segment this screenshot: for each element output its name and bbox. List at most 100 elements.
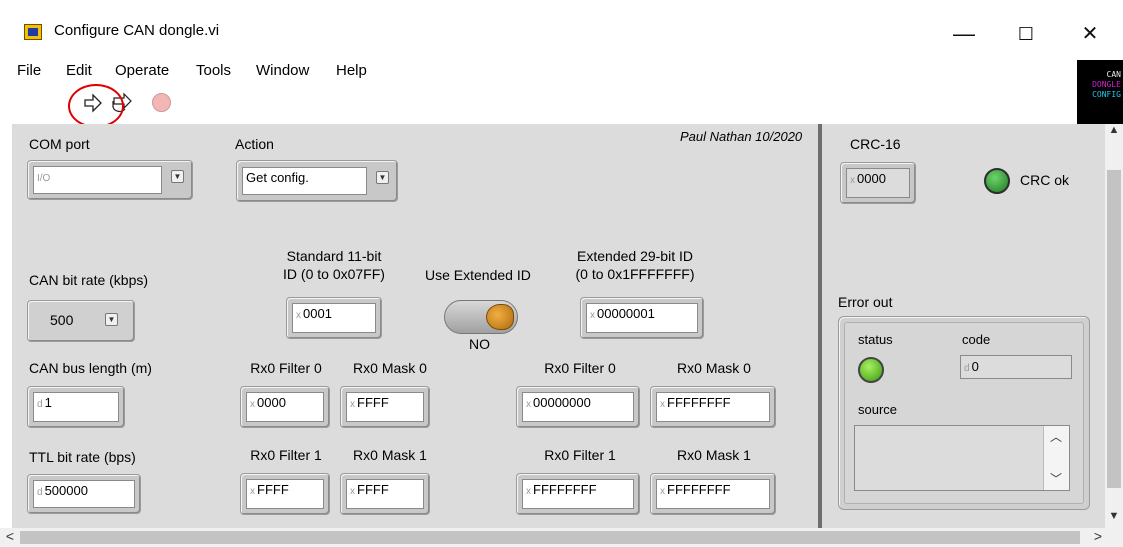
source-label: source <box>858 402 898 417</box>
scroll-down-icon[interactable]: ▼ <box>1107 510 1121 528</box>
horizontal-scroll-thumb[interactable] <box>20 531 1080 544</box>
com-port-label: COM port <box>29 136 90 152</box>
hex-radix-icon: x <box>350 486 355 497</box>
ext-id-value: 00000001 <box>597 306 655 321</box>
ext-mask1-input[interactable]: x FFFFFFFF <box>650 473 776 515</box>
ext-mask1-label: Rx0 Mask 1 <box>677 447 751 463</box>
menu-bar: File Edit Operate Tools Window Help <box>0 60 1075 84</box>
red-highlight-circle <box>68 84 124 128</box>
ext-mask1-value: FFFFFFFF <box>667 482 731 497</box>
ext-mask0-value: FFFFFFFF <box>667 395 731 410</box>
abort-execution-icon[interactable] <box>152 93 171 112</box>
hex-radix-icon: x <box>526 399 531 410</box>
crc-indicator: x 0000 <box>840 162 916 204</box>
dropdown-arrow-icon[interactable]: ▼ <box>376 171 389 184</box>
hex-radix-icon: x <box>660 486 665 497</box>
maximize-button[interactable]: ☐ <box>1004 12 1048 56</box>
hex-radix-icon: x <box>350 399 355 410</box>
code-value: 0 <box>971 359 979 374</box>
ext-id-input[interactable]: x 00000001 <box>580 297 704 339</box>
dec-radix-icon: d <box>964 363 970 374</box>
std-filter0-input[interactable]: x 0000 <box>240 386 330 428</box>
close-button[interactable]: ✕ <box>1068 12 1112 56</box>
std-mask0-value: FFFF <box>357 395 389 410</box>
ttl-rate-input[interactable]: d 500000 <box>27 474 141 514</box>
source-indicator <box>854 425 1070 491</box>
menu-edit[interactable]: Edit <box>66 62 92 79</box>
menu-file[interactable]: File <box>17 62 41 79</box>
std-filter0-value: 0000 <box>257 395 286 410</box>
toggle-knob-icon <box>486 304 514 330</box>
window-title: Configure CAN dongle.vi <box>54 22 220 39</box>
dec-radix-icon: d <box>37 487 43 498</box>
source-scrollbar[interactable]: ︿ ﹀ <box>1043 426 1069 490</box>
vi-logo-icon: CAN DONGLE CONFIG <box>1077 60 1123 124</box>
std-filter1-value: FFFF <box>257 482 289 497</box>
hex-radix-icon: x <box>250 486 255 497</box>
io-radix-icon: I/O <box>37 173 51 184</box>
scroll-left-icon[interactable]: < <box>2 528 18 547</box>
ext-filter0-label: Rx0 Filter 0 <box>544 360 616 376</box>
ext-filter1-label: Rx0 Filter 1 <box>544 447 616 463</box>
scroll-right-icon[interactable]: > <box>1090 528 1106 547</box>
crc-ok-label: CRC ok <box>1020 172 1070 188</box>
dropdown-arrow-icon[interactable]: ▼ <box>171 170 184 183</box>
action-select[interactable]: Get config. ▼ <box>236 160 398 202</box>
bus-length-input[interactable]: d1 <box>27 386 125 428</box>
error-out-label: Error out <box>838 294 893 310</box>
std-mask0-input[interactable]: x FFFF <box>340 386 430 428</box>
bitrate-value: 500 <box>50 312 74 328</box>
hex-radix-icon: x <box>850 175 855 186</box>
std-filter1-input[interactable]: x FFFF <box>240 473 330 515</box>
ext-filter0-input[interactable]: x 00000000 <box>516 386 640 428</box>
hex-radix-icon: x <box>660 399 665 410</box>
hex-radix-icon: x <box>250 399 255 410</box>
bitrate-ring[interactable]: 500 ▼ <box>27 300 135 342</box>
com-port-select[interactable]: I/O ▼ <box>27 160 193 200</box>
std-id-value: 0001 <box>303 306 332 321</box>
ext-mask0-input[interactable]: x FFFFFFFF <box>650 386 776 428</box>
use-ext-state: NO <box>469 336 490 352</box>
std-id-input[interactable]: x 0001 <box>286 297 382 339</box>
status-led-icon <box>858 357 884 383</box>
ttl-rate-label: TTL bit rate (bps) <box>29 449 136 465</box>
std-id-label-line2: ID (0 to 0x07FF) <box>283 266 385 282</box>
ext-id-label-line2: (0 to 0x1FFFFFFF) <box>575 266 695 282</box>
scroll-down-icon[interactable]: ﹀ <box>1044 470 1068 487</box>
hex-radix-icon: x <box>590 310 595 321</box>
menu-tools[interactable]: Tools <box>196 62 231 79</box>
bus-length-label: CAN bus length (m) <box>29 360 152 376</box>
menu-help[interactable]: Help <box>336 62 367 79</box>
std-id-label-line1: Standard 11-bit <box>286 248 382 264</box>
ext-id-label-line1: Extended 29-bit ID <box>577 248 693 264</box>
std-mask0-label: Rx0 Mask 0 <box>353 360 427 376</box>
scroll-up-icon[interactable]: ︿ <box>1044 428 1068 445</box>
ext-filter1-value: FFFFFFFF <box>533 482 597 497</box>
std-mask1-label: Rx0 Mask 1 <box>353 447 427 463</box>
crc-label: CRC-16 <box>850 136 901 152</box>
ext-filter1-input[interactable]: x FFFFFFFF <box>516 473 640 515</box>
std-filter1-label: Rx0 Filter 1 <box>250 447 322 463</box>
crc-value: 0000 <box>857 171 886 186</box>
hex-radix-icon: x <box>296 310 301 321</box>
minimize-button[interactable]: — <box>942 12 986 56</box>
menu-window[interactable]: Window <box>256 62 309 79</box>
menu-operate[interactable]: Operate <box>115 62 169 79</box>
labview-vi-icon <box>24 24 42 40</box>
hex-radix-icon: x <box>526 486 531 497</box>
bitrate-label: CAN bit rate (kbps) <box>29 272 149 288</box>
action-label: Action <box>235 136 274 152</box>
scroll-up-icon[interactable]: ▲ <box>1107 124 1121 142</box>
bus-length-value: 1 <box>44 395 52 410</box>
dropdown-arrow-icon[interactable]: ▼ <box>105 313 118 326</box>
ext-filter0-value: 00000000 <box>533 395 591 410</box>
use-ext-label: Use Extended ID <box>425 267 531 283</box>
action-value: Get config. <box>242 167 367 195</box>
code-indicator: d0 <box>960 355 1072 379</box>
crc-ok-led-icon <box>984 168 1010 194</box>
std-mask1-input[interactable]: x FFFF <box>340 473 430 515</box>
dec-radix-icon: d <box>37 399 43 410</box>
code-label: code <box>962 332 991 347</box>
author-label: Paul Nathan 10/2020 <box>680 129 803 144</box>
vertical-scroll-thumb[interactable] <box>1107 170 1121 488</box>
